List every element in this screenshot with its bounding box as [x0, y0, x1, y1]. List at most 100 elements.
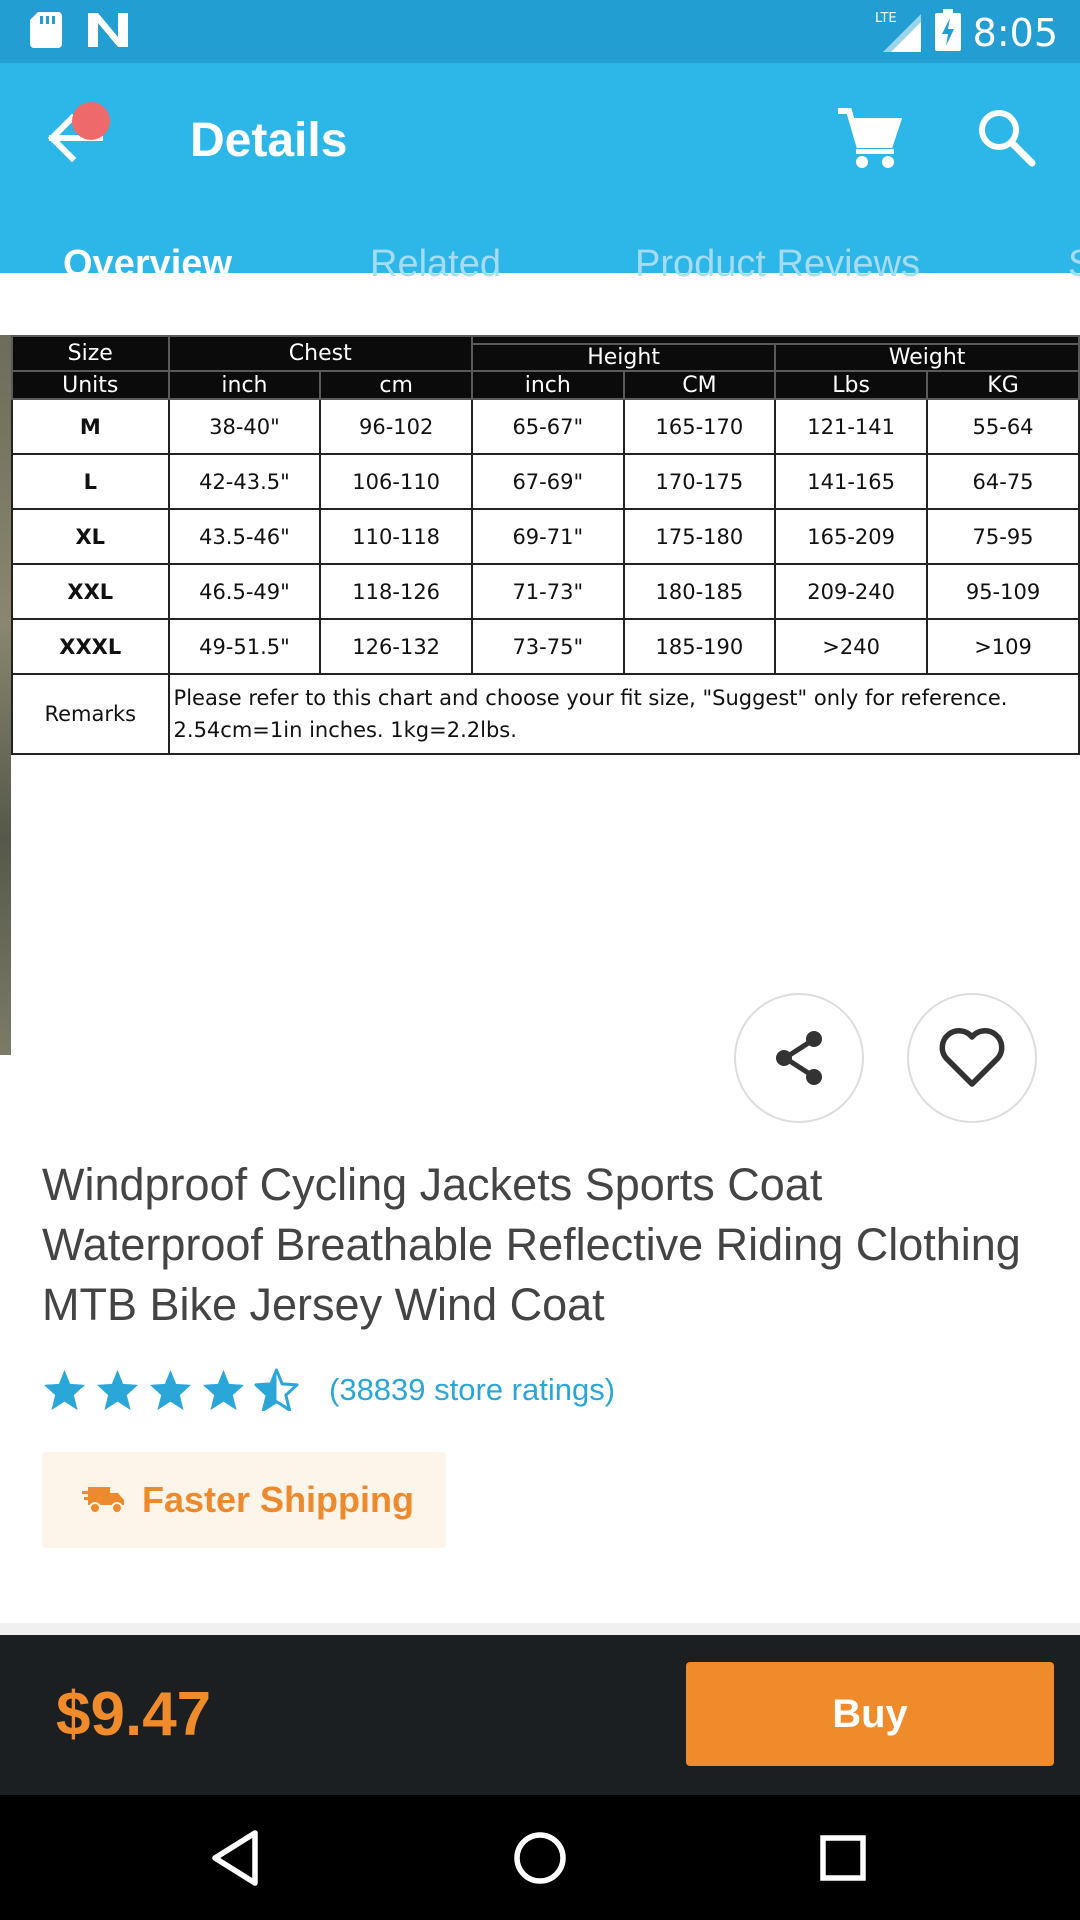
table-cell: >240 [774, 618, 929, 675]
table-row: L 42-43.5" 106-110 67-69" 170-175 141-16… [11, 453, 1080, 510]
table-cell: 165-209 [774, 508, 929, 565]
units-cell: CM [622, 370, 777, 400]
table-row: XXL 46.5-49" 118-126 71-73" 180-185 209-… [11, 563, 1080, 620]
header-size: Size [11, 335, 170, 372]
n-notification-icon [88, 13, 128, 52]
size-cell: L [11, 453, 170, 510]
recents-square-icon [820, 1835, 866, 1881]
home-circle-icon [514, 1832, 566, 1884]
table-cell: 126-132 [319, 618, 473, 675]
cart-button[interactable] [836, 105, 903, 171]
tab-indicator [0, 328, 305, 334]
table-cell: 121-141 [774, 398, 929, 455]
table-cell: 185-190 [622, 618, 777, 675]
table-cell: 49-51.5" [167, 618, 322, 675]
size-cell: M [11, 398, 170, 455]
tab-product-reviews[interactable]: Product Reviews [635, 243, 920, 286]
page-title: Details [190, 114, 348, 167]
units-cell: inch [167, 370, 322, 400]
purchase-bar: $9.47 Buy [0, 1635, 1080, 1795]
table-cell: 65-67" [470, 398, 625, 455]
notification-dot [72, 102, 110, 140]
table-row: XL 43.5-46" 110-118 69-71" 175-180 165-2… [11, 508, 1080, 565]
battery-charging-icon [934, 9, 961, 56]
tab-partial[interactable]: S [1068, 243, 1080, 286]
table-cell: 55-64 [926, 398, 1080, 455]
search-icon [979, 110, 1036, 167]
header-weight: Weight [774, 343, 1080, 372]
search-button[interactable] [976, 107, 1036, 167]
size-cell: XXL [11, 563, 170, 620]
table-cell: 43.5-46" [167, 508, 322, 565]
size-cell: XXXL [11, 618, 170, 675]
table-cell: 73-75" [470, 618, 625, 675]
remarks-line-1: Please refer to this chart and choose yo… [173, 686, 1008, 710]
star-full-icon [96, 1369, 139, 1411]
network-label: LTE [875, 11, 897, 26]
back-triangle-icon [212, 1830, 258, 1886]
table-cell: 75-95 [926, 508, 1080, 565]
app-bar: Details [0, 63, 1080, 273]
table-row: XXXL 49-51.5" 126-132 73-75" 185-190 >24… [11, 618, 1080, 675]
cart-icon [838, 108, 903, 168]
table-cell: 42-43.5" [167, 453, 322, 510]
units-cell: cm [319, 370, 473, 400]
lte-signal-icon: LTE [875, 8, 923, 57]
table-cell: 71-73" [470, 563, 625, 620]
table-cell: 96-102 [319, 398, 473, 455]
units-cell: inch [470, 370, 625, 400]
table-cell: 165-170 [622, 398, 777, 455]
shipping-label: Faster Shipping [142, 1479, 415, 1520]
size-cell: XL [11, 508, 170, 565]
status-time: 8:05 [972, 10, 1058, 55]
table-cell: 170-175 [622, 453, 777, 510]
nav-home-button[interactable] [507, 1825, 573, 1891]
table-cell: 106-110 [319, 453, 473, 510]
table-cell: 141-165 [774, 453, 929, 510]
adjacent-image-edge [0, 335, 11, 1055]
favorite-button[interactable] [907, 993, 1037, 1123]
remarks-text: Please refer to this chart and choose yo… [167, 673, 1080, 755]
units-cell: Lbs [774, 370, 929, 400]
share-button[interactable] [734, 993, 864, 1123]
table-cell: 38-40" [167, 398, 322, 455]
store-ratings-link[interactable]: (38839 store ratings) [329, 1372, 615, 1408]
nav-recents-button[interactable] [810, 1825, 876, 1891]
units-cell: KG [926, 370, 1080, 400]
tab-bar: Overview Related Product Reviews S [0, 243, 1080, 335]
product-image-size-chart[interactable]: Size Chest Height Weight Units inch cm i… [0, 335, 1080, 1055]
nav-back-button[interactable] [205, 1825, 271, 1891]
faster-shipping-badge: Faster Shipping [42, 1452, 446, 1548]
table-cell: 175-180 [622, 508, 777, 565]
heart-icon [939, 1028, 1005, 1087]
table-cell: 110-118 [319, 508, 473, 565]
rating-stars [42, 1368, 299, 1411]
star-full-icon [43, 1369, 86, 1411]
remarks-row: Remarks Please refer to this chart and c… [11, 673, 1080, 755]
buy-button[interactable]: Buy [686, 1662, 1054, 1766]
share-icon [776, 1031, 822, 1085]
star-full-icon [149, 1369, 192, 1411]
system-nav-bar [0, 1795, 1080, 1920]
size-chart-table: Size Chest Height Weight Units inch cm i… [11, 335, 1080, 755]
table-cell: 118-126 [319, 563, 473, 620]
table-cell: 69-71" [470, 508, 625, 565]
star-full-icon [202, 1369, 245, 1411]
status-bar: LTE 8:05 [0, 0, 1080, 63]
table-cell: 180-185 [622, 563, 777, 620]
sd-card-icon [30, 12, 62, 53]
tab-related[interactable]: Related [370, 243, 501, 286]
tab-overview[interactable]: Overview [63, 243, 232, 286]
product-title: Windproof Cycling Jackets Sports Coat Wa… [42, 1159, 1021, 1330]
star-half-icon [254, 1368, 299, 1411]
units-cell: Units [11, 370, 170, 400]
table-cell: >109 [926, 618, 1080, 675]
header-height: Height [470, 343, 777, 372]
table-cell: 95-109 [926, 563, 1080, 620]
rating-row[interactable]: (38839 store ratings) [42, 1368, 615, 1411]
table-cell: 209-240 [774, 563, 929, 620]
header-spacer [470, 335, 1080, 345]
remarks-line-2: 2.54cm=1in inches. 1kg=2.2lbs. [173, 718, 517, 742]
delivery-truck-icon [82, 1487, 124, 1514]
header-chest: Chest [167, 335, 473, 372]
